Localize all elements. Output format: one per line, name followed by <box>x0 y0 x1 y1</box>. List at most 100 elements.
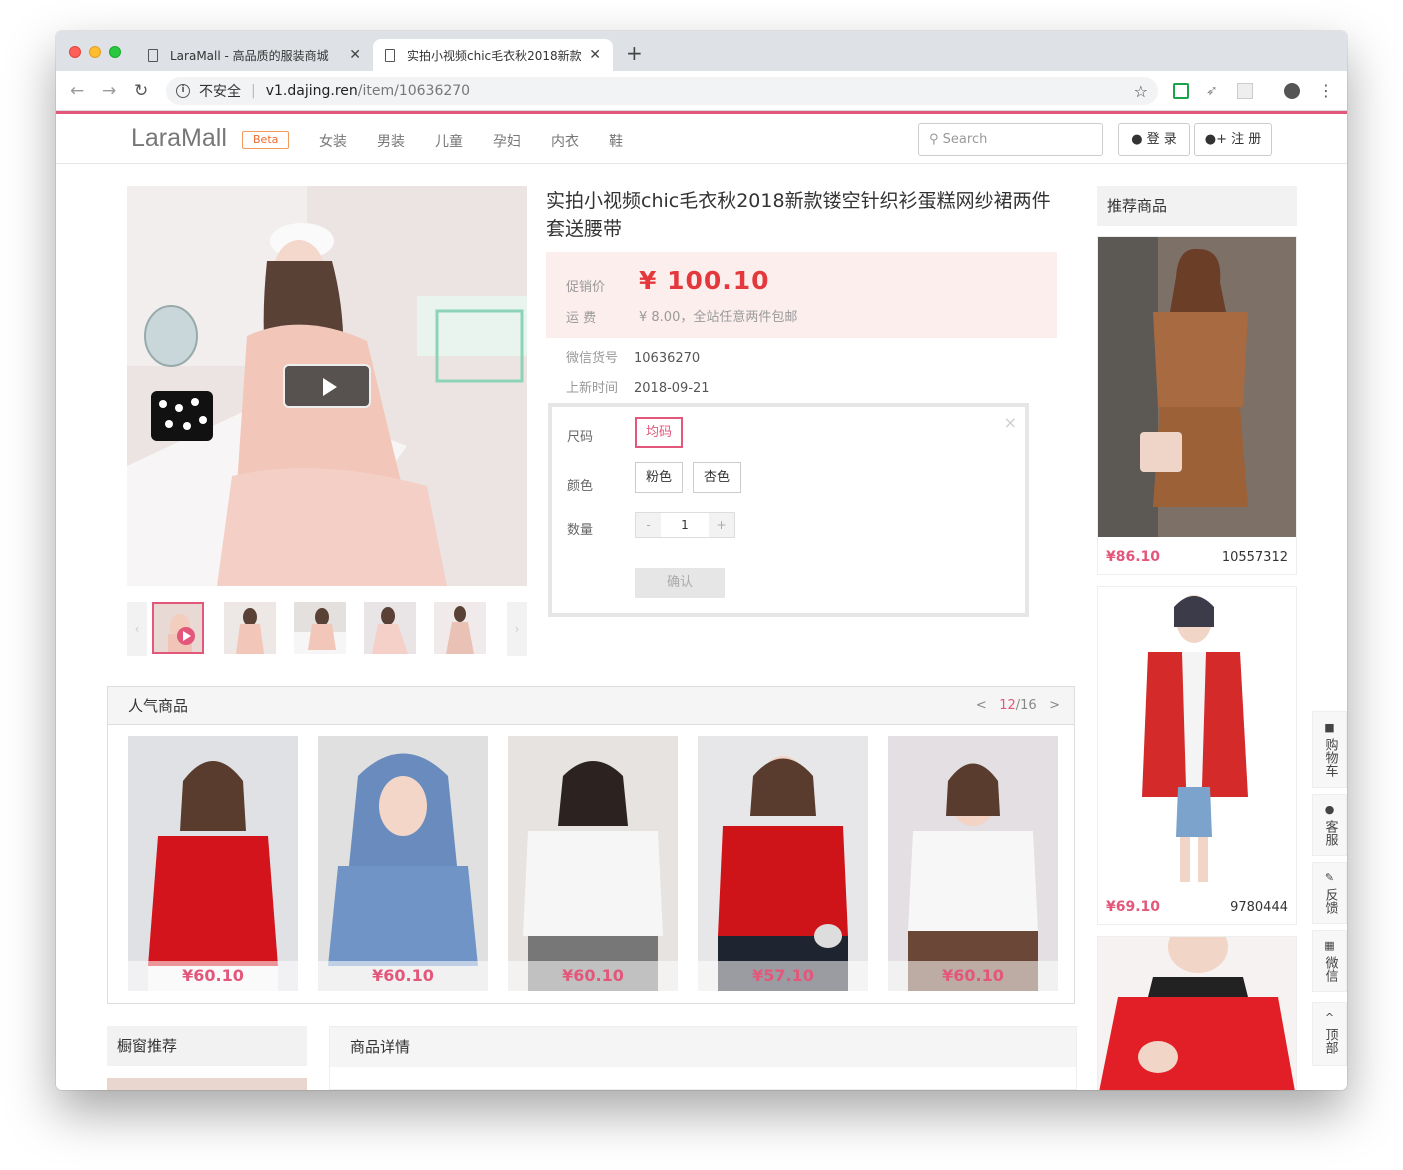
side-service-button[interactable]: ● 客服 <box>1312 794 1347 856</box>
register-label: 注 册 <box>1231 132 1262 147</box>
details-heading: 商品详情 <box>330 1027 1076 1067</box>
brand-logo[interactable]: LaraMall <box>131 124 227 153</box>
page-icon <box>148 48 158 62</box>
product-video-preview[interactable] <box>127 186 527 586</box>
nav-link-kids[interactable]: 儿童 <box>435 131 463 151</box>
popular-photo <box>698 736 868 991</box>
search-input[interactable]: ⚲ Search <box>918 123 1103 156</box>
confirm-button[interactable]: 确认 <box>635 568 725 598</box>
popular-price: ¥57.10 <box>698 961 868 991</box>
nav-link-underwear[interactable]: 内衣 <box>551 131 579 151</box>
user-icon: ● <box>1131 132 1143 147</box>
recommend-heading: 推荐商品 <box>1097 186 1297 226</box>
qty-plus-button[interactable]: + <box>709 513 734 537</box>
popular-item[interactable]: ¥60.10 <box>508 736 678 991</box>
thumbnail-video[interactable] <box>152 602 204 654</box>
close-tab-icon[interactable]: ✕ <box>589 47 601 63</box>
thumbnail-2[interactable] <box>224 602 276 654</box>
pager-prev-button[interactable]: < <box>976 698 987 713</box>
extension-green-icon[interactable] <box>1173 83 1189 99</box>
url-host: v1.dajing.ren <box>265 83 358 99</box>
popular-price: ¥60.10 <box>128 961 298 991</box>
side-feedback-button[interactable]: ✎ 反馈 <box>1312 862 1347 924</box>
back-icon[interactable]: ← <box>70 81 84 101</box>
nav-link-shoes[interactable]: 鞋 <box>609 131 623 151</box>
thumb-prev-button[interactable]: ‹ <box>127 602 147 656</box>
nav-link-women[interactable]: 女装 <box>319 131 347 151</box>
play-video-button[interactable] <box>283 364 371 408</box>
popular-item[interactable]: ¥60.10 <box>318 736 488 991</box>
address-bar[interactable]: i 不安全 | v1.dajing.ren /item/10636270 ☆ <box>166 77 1158 105</box>
recommend-price: ¥69.10 <box>1106 899 1161 915</box>
side-wechat-button[interactable]: ▦ 微信 <box>1312 930 1347 992</box>
side-top-label: 顶部 <box>1322 1028 1338 1054</box>
product-details-panel: 商品详情 <box>329 1026 1077 1090</box>
bookmark-star-icon[interactable]: ☆ <box>1134 82 1148 101</box>
register-button[interactable]: ●+ 注 册 <box>1194 123 1272 156</box>
forward-icon[interactable]: → <box>102 81 116 101</box>
recommend-sku: 10557312 <box>1221 550 1288 565</box>
quantity-stepper: - 1 + <box>635 512 735 538</box>
popular-photo <box>888 736 1058 991</box>
side-cart-button[interactable]: ■ 购物车 <box>1312 711 1347 788</box>
close-icon[interactable]: × <box>1004 413 1017 432</box>
side-feedback-label: 反馈 <box>1322 888 1338 914</box>
minimize-window-button[interactable] <box>89 46 101 58</box>
popular-item[interactable]: ¥60.10 <box>128 736 298 991</box>
recommend-card[interactable]: ¥69.10 9780444 <box>1097 586 1297 925</box>
chat-icon: ● <box>1324 803 1335 816</box>
thumbnail-5[interactable] <box>434 602 486 654</box>
thumb-next-button[interactable]: › <box>507 602 527 656</box>
recommend-photo <box>1098 587 1296 887</box>
zoom-window-button[interactable] <box>109 46 121 58</box>
info-icon[interactable]: i <box>176 84 190 98</box>
color-option-pink[interactable]: 粉色 <box>635 462 683 493</box>
window-photo[interactable] <box>107 1078 307 1090</box>
popular-price: ¥60.10 <box>888 961 1058 991</box>
thumbnail-3[interactable] <box>294 602 346 654</box>
wechat-id-label: 微信货号 <box>566 351 619 366</box>
nav-link-maternity[interactable]: 孕妇 <box>493 131 521 151</box>
extension-bird-icon[interactable]: ➶ <box>1206 83 1222 99</box>
recommend-card[interactable]: ¥86.10 10557312 <box>1097 236 1297 575</box>
pager-current: 12 <box>999 698 1016 713</box>
profile-icon[interactable] <box>1284 83 1300 99</box>
tab-product-page[interactable]: 实拍小视频chic毛衣秋2018新款 ✕ <box>373 39 613 71</box>
side-cart-label: 购物车 <box>1322 738 1338 777</box>
wechat-id-value: 10636270 <box>634 351 701 366</box>
extension-grid-icon[interactable] <box>1237 83 1253 99</box>
close-tab-icon[interactable]: ✕ <box>349 47 361 63</box>
size-option-onesize[interactable]: 均码 <box>635 417 683 448</box>
thumbnail-4[interactable] <box>364 602 416 654</box>
login-button[interactable]: ● 登 录 <box>1118 123 1190 156</box>
size-label: 尺码 <box>567 430 594 445</box>
qty-input[interactable]: 1 <box>661 513 709 537</box>
popular-heading: 人气商品 <box>128 697 189 715</box>
recommend-card[interactable] <box>1097 936 1297 1090</box>
window-display-panel: 橱窗推荐 <box>107 1026 307 1090</box>
nav-link-men[interactable]: 男装 <box>377 131 405 151</box>
color-option-apricot[interactable]: 杏色 <box>693 462 741 493</box>
qty-minus-button[interactable]: - <box>636 513 661 537</box>
price-box: 促销价 ¥ 100.10 运 费 ¥ 8.00，全站任意两件包邮 <box>546 252 1057 338</box>
popular-header: 人气商品 < 12/16 > <box>108 687 1074 725</box>
window-heading: 橱窗推荐 <box>107 1026 307 1066</box>
popular-pager: < 12/16 > <box>976 687 1060 725</box>
tab-laramall-home[interactable]: LaraMall - 高品质的服装商城 ✕ <box>136 39 373 71</box>
popular-item[interactable]: ¥57.10 <box>698 736 868 991</box>
popular-price: ¥60.10 <box>318 961 488 991</box>
tab-title: 实拍小视频chic毛衣秋2018新款 <box>407 48 582 63</box>
popular-item[interactable]: ¥60.10 <box>888 736 1058 991</box>
color-label: 颜色 <box>567 479 594 494</box>
recommend-panel: 推荐商品 <box>1097 186 1297 226</box>
new-tab-button[interactable]: + <box>626 43 643 63</box>
tab-bar: LaraMall - 高品质的服装商城 ✕ 实拍小视频chic毛衣秋2018新款… <box>56 31 1347 71</box>
close-window-button[interactable] <box>69 46 81 58</box>
reload-icon[interactable]: ↻ <box>134 81 148 101</box>
pager-next-button[interactable]: > <box>1049 698 1060 713</box>
price-value: ¥ 100.10 <box>639 266 770 295</box>
side-top-button[interactable]: ^ 顶部 <box>1312 1002 1347 1066</box>
sku-selector: × 尺码 均码 颜色 粉色 杏色 数量 - 1 + 确认 <box>548 403 1029 617</box>
menu-dots-icon[interactable]: ⋮ <box>1318 83 1334 99</box>
side-wechat-label: 微信 <box>1322 956 1338 982</box>
